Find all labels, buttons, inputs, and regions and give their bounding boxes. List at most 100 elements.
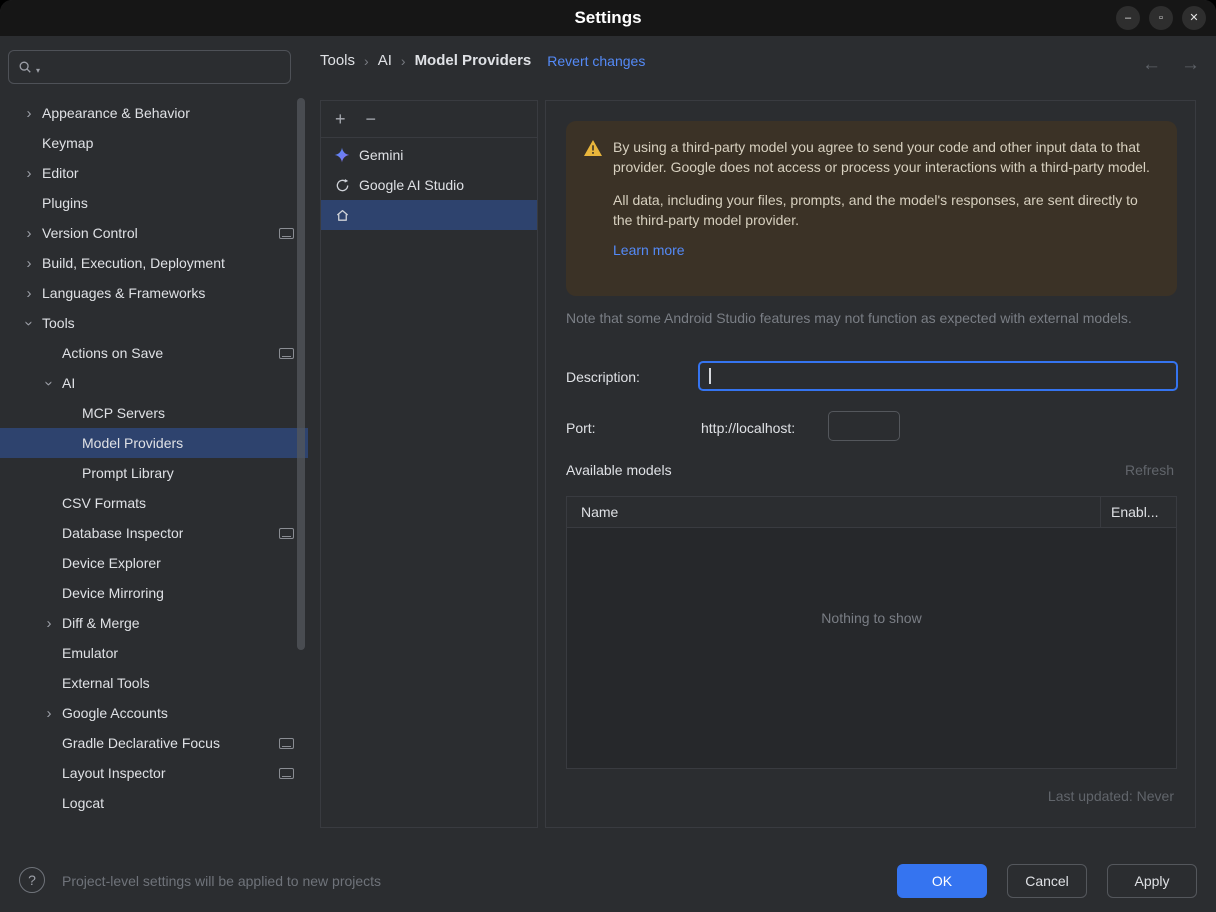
chevron-right-icon[interactable]: › — [16, 255, 42, 272]
port-prefix-text: http://localhost: — [701, 420, 796, 436]
sidebar-item-appearance-behavior[interactable]: › Appearance & Behavior — [0, 98, 308, 128]
learn-more-link[interactable]: Learn more — [613, 241, 685, 261]
sidebar-item-model-providers[interactable]: Model Providers — [0, 428, 308, 458]
revert-changes-link[interactable]: Revert changes — [547, 53, 645, 69]
sidebar-item-keymap[interactable]: Keymap — [0, 128, 308, 158]
screen-badge-icon — [279, 347, 294, 359]
help-button[interactable]: ? — [19, 867, 45, 893]
sidebar-item-label: Device Explorer — [62, 555, 161, 571]
table-header-name: Name — [581, 504, 619, 520]
breadcrumb-tools[interactable]: Tools — [320, 52, 355, 69]
table-empty-state: Nothing to show — [567, 528, 1176, 768]
provider-item-new[interactable] — [321, 200, 537, 230]
sidebar-item-diff-merge[interactable]: › Diff & Merge — [0, 608, 308, 638]
sidebar-item-label: Gradle Declarative Focus — [62, 735, 220, 751]
gemini-icon — [334, 147, 350, 163]
history-nav: ← → — [1142, 54, 1200, 76]
sidebar-item-editor[interactable]: › Editor — [0, 158, 308, 188]
sidebar-item-database-inspector[interactable]: Database Inspector — [0, 518, 308, 548]
refresh-button[interactable]: Refresh — [1125, 462, 1174, 478]
available-models-table: Name Enabl... Nothing to show — [566, 496, 1177, 769]
sidebar-item-external-tools[interactable]: External Tools — [0, 668, 308, 698]
table-header-enabled: Enabl... — [1100, 497, 1176, 527]
sidebar-item-label: Layout Inspector — [62, 765, 166, 781]
sidebar-item-layout-inspector[interactable]: Layout Inspector — [0, 758, 308, 788]
sidebar-item-label: Prompt Library — [82, 465, 174, 481]
sidebar-item-version-control[interactable]: › Version Control — [0, 218, 308, 248]
sidebar-item-logcat[interactable]: Logcat — [0, 788, 308, 818]
provider-item-gemini[interactable]: Gemini — [321, 140, 537, 170]
providers-list: Gemini Google AI Studio — [321, 138, 537, 230]
sidebar-item-actions-on-save[interactable]: Actions on Save — [0, 338, 308, 368]
sidebar-item-label: Tools — [42, 315, 75, 331]
sidebar-item-label: Languages & Frameworks — [42, 285, 206, 301]
warning-paragraph-1: By using a third-party model you agree t… — [613, 139, 1150, 175]
titlebar: Settings – ▫ ✕ — [0, 0, 1216, 36]
back-arrow-icon[interactable]: ← — [1142, 54, 1161, 76]
minimize-button[interactable]: – — [1116, 6, 1140, 30]
sidebar-item-build-execution-deployment[interactable]: › Build, Execution, Deployment — [0, 248, 308, 278]
sidebar-item-label: MCP Servers — [82, 405, 165, 421]
breadcrumb-ai[interactable]: AI — [378, 52, 392, 69]
sidebar-item-label: Build, Execution, Deployment — [42, 255, 225, 271]
maximize-button[interactable]: ▫ — [1149, 6, 1173, 30]
sidebar-item-gradle-declarative-focus[interactable]: Gradle Declarative Focus — [0, 728, 308, 758]
providers-list-panel: + − Gemini Google AI Studio — [320, 100, 538, 828]
chevron-right-icon[interactable]: › — [36, 615, 62, 632]
sidebar-item-emulator[interactable]: Emulator — [0, 638, 308, 668]
screen-badge-icon — [279, 527, 294, 539]
chevron-right-icon[interactable]: › — [16, 165, 42, 182]
sidebar-item-label: Editor — [42, 165, 79, 181]
provider-item-google-ai-studio[interactable]: Google AI Studio — [321, 170, 537, 200]
warning-icon — [583, 139, 603, 284]
description-input[interactable] — [698, 361, 1178, 391]
port-input[interactable] — [828, 411, 900, 441]
apply-button[interactable]: Apply — [1107, 864, 1197, 898]
chevron-right-icon[interactable]: › — [16, 105, 42, 122]
ok-button[interactable]: OK — [897, 864, 987, 898]
warning-paragraph-2: All data, including your files, prompts,… — [613, 192, 1138, 228]
sidebar-item-google-accounts[interactable]: › Google Accounts — [0, 698, 308, 728]
sidebar-item-mcp-servers[interactable]: MCP Servers — [0, 398, 308, 428]
cancel-button[interactable]: Cancel — [1007, 864, 1087, 898]
remove-provider-button[interactable]: − — [366, 110, 377, 128]
chevron-right-icon[interactable]: › — [16, 225, 42, 242]
search-input[interactable]: ▾ — [8, 50, 291, 84]
dialog-footer: ? Project-level settings will be applied… — [0, 828, 1216, 912]
screen-badge-icon — [279, 767, 294, 779]
sidebar-item-tools[interactable]: › Tools — [0, 308, 308, 338]
sidebar-scrollbar[interactable] — [297, 98, 305, 650]
project-level-note: Project-level settings will be applied t… — [62, 873, 382, 889]
ai-studio-icon — [334, 178, 350, 193]
sidebar-item-languages-frameworks[interactable]: › Languages & Frameworks — [0, 278, 308, 308]
sidebar-item-prompt-library[interactable]: Prompt Library — [0, 458, 308, 488]
breadcrumb-model-providers[interactable]: Model Providers — [415, 52, 532, 69]
search-icon — [18, 60, 32, 74]
nothing-to-show-text: Nothing to show — [821, 610, 922, 626]
sidebar-item-label: Appearance & Behavior — [42, 105, 190, 121]
chevron-right-icon[interactable]: › — [36, 705, 62, 722]
chevron-down-icon[interactable]: › — [21, 310, 38, 336]
settings-tree: › Appearance & Behavior Keymap › Editor … — [0, 98, 308, 848]
window-controls: – ▫ ✕ — [1116, 6, 1206, 30]
sidebar-item-label: Version Control — [42, 225, 138, 241]
sidebar-item-device-mirroring[interactable]: Device Mirroring — [0, 578, 308, 608]
chevron-right-icon[interactable]: › — [16, 285, 42, 302]
sidebar-item-label: AI — [62, 375, 76, 391]
port-label: Port: — [566, 420, 596, 436]
chevron-down-icon[interactable]: › — [41, 370, 58, 396]
sidebar-item-label: Database Inspector — [62, 525, 184, 541]
text-caret — [709, 368, 711, 384]
sidebar-item-csv-formats[interactable]: CSV Formats — [0, 488, 308, 518]
third-party-warning-banner: By using a third-party model you agree t… — [566, 121, 1177, 296]
close-button[interactable]: ✕ — [1182, 6, 1206, 30]
provider-settings-panel: By using a third-party model you agree t… — [545, 100, 1196, 828]
provider-label: Google AI Studio — [359, 177, 465, 193]
sidebar-item-label: Plugins — [42, 195, 88, 211]
add-provider-button[interactable]: + — [335, 110, 346, 128]
sidebar-item-plugins[interactable]: Plugins — [0, 188, 308, 218]
settings-sidebar: ▾ › Appearance & Behavior Keymap › Edito… — [0, 36, 308, 842]
forward-arrow-icon[interactable]: → — [1181, 54, 1200, 76]
sidebar-item-ai[interactable]: › AI — [0, 368, 308, 398]
sidebar-item-device-explorer[interactable]: Device Explorer — [0, 548, 308, 578]
